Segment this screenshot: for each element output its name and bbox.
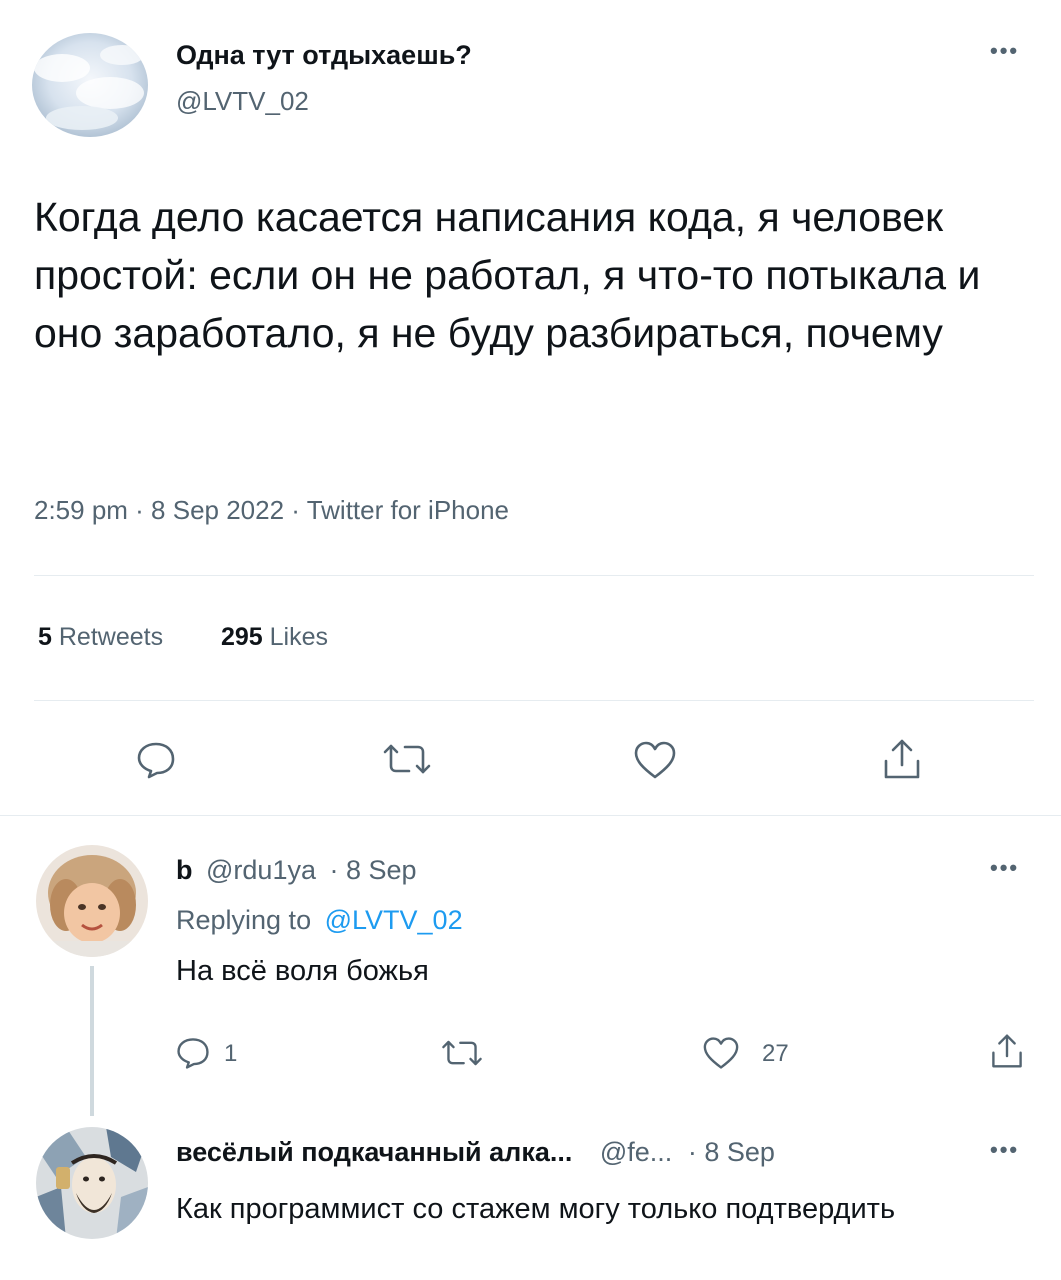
reply-header: b @rdu1ya · 8 Sep bbox=[176, 855, 417, 886]
likes-label: Likes bbox=[269, 623, 329, 651]
speech-bubble-icon[interactable] bbox=[176, 1036, 210, 1070]
author-avatar[interactable] bbox=[32, 33, 148, 137]
divider bbox=[34, 700, 1034, 701]
author-display-name[interactable]: Одна тут отдыхаешь? bbox=[176, 40, 472, 71]
share-upload-icon[interactable] bbox=[882, 737, 922, 781]
retweets-label: Retweets bbox=[58, 623, 164, 651]
retweet-arrows-icon[interactable] bbox=[440, 1038, 484, 1068]
heart-icon[interactable] bbox=[633, 740, 677, 780]
replying-to-label: Replying to bbox=[176, 905, 312, 935]
reply-count: 1 bbox=[224, 1040, 238, 1067]
likes-stat[interactable]: 295 Likes bbox=[221, 623, 328, 651]
retweet-arrows-icon[interactable] bbox=[381, 742, 433, 776]
reply-header: весёлый подкачанный алка... @fe... · 8 S… bbox=[176, 1137, 775, 1168]
reply-author-avatar[interactable] bbox=[36, 1127, 148, 1239]
like-count: 27 bbox=[762, 1040, 789, 1067]
share-upload-icon[interactable] bbox=[990, 1032, 1024, 1070]
thread-connector bbox=[90, 966, 94, 1116]
reply-author-avatar[interactable] bbox=[36, 845, 148, 957]
divider bbox=[0, 815, 1061, 816]
replying-to-handle[interactable]: @LVTV_02 bbox=[325, 905, 463, 935]
reply-handle[interactable]: @rdu1ya bbox=[206, 855, 316, 885]
tweet-stats: 5 Retweets 295 Likes bbox=[38, 623, 328, 652]
reply-date[interactable]: · 8 Sep bbox=[330, 855, 417, 885]
retweets-count: 5 bbox=[38, 623, 52, 651]
retweets-stat[interactable]: 5 Retweets bbox=[38, 623, 170, 651]
reply-date[interactable]: · 8 Sep bbox=[688, 1137, 775, 1167]
divider bbox=[34, 575, 1034, 576]
replying-to: Replying to @LVTV_02 bbox=[176, 905, 463, 936]
author-handle[interactable]: @LVTV_02 bbox=[176, 86, 309, 117]
tweet-text: Когда дело касается написания кода, я че… bbox=[34, 194, 981, 356]
reply-text: На всё воля божья bbox=[176, 955, 429, 987]
speech-bubble-icon[interactable] bbox=[136, 740, 176, 780]
reply-display-name[interactable]: весёлый подкачанный алка... bbox=[176, 1137, 572, 1167]
tweet-meta: 2:59 pm · 8 Sep 2022 · Twitter for iPhon… bbox=[34, 495, 510, 525]
likes-count: 295 bbox=[220, 623, 263, 651]
more-dots-icon[interactable]: ••• bbox=[990, 855, 1019, 881]
heart-icon[interactable] bbox=[702, 1036, 740, 1070]
reply-display-name[interactable]: b bbox=[176, 855, 193, 885]
reply-text: Как программист со стажем могу только по… bbox=[176, 1193, 896, 1225]
reply-handle[interactable]: @fe... bbox=[600, 1137, 672, 1167]
more-dots-icon[interactable]: ••• bbox=[990, 1137, 1019, 1163]
more-dots-icon[interactable]: ••• bbox=[990, 38, 1019, 64]
